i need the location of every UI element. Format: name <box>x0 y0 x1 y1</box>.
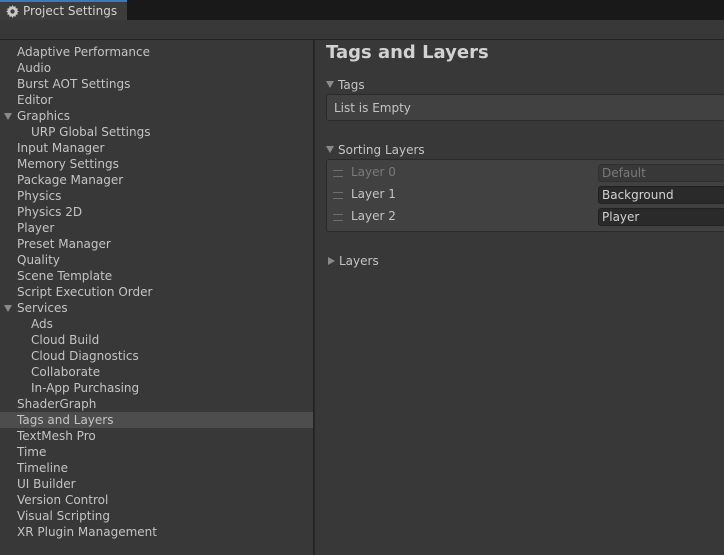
sidebar-item-services[interactable]: Services <box>0 300 313 316</box>
sidebar-item-label: Graphics <box>17 109 70 123</box>
drag-handle-icon[interactable] <box>333 214 343 221</box>
sidebar-item-in-app-purchasing[interactable]: In-App Purchasing <box>0 380 313 396</box>
layer-name-field[interactable]: Player <box>598 208 724 226</box>
sidebar-item-visual-scripting[interactable]: Visual Scripting <box>0 508 313 524</box>
sidebar-item-label: Tags and Layers <box>17 413 114 427</box>
sidebar-item-label: Time <box>17 445 47 459</box>
expanded-arrow-icon <box>326 146 334 153</box>
sidebar-item-xr-plugin-management[interactable]: XR Plugin Management <box>0 524 313 540</box>
sidebar-item-time[interactable]: Time <box>0 444 313 460</box>
sidebar-item-collaborate[interactable]: Collaborate <box>0 364 313 380</box>
layer-name: Layer 2 <box>351 209 396 223</box>
sidebar-item-label: Preset Manager <box>17 237 111 251</box>
settings-nav-list: Adaptive Performance Audio Burst AOT Setti… <box>0 44 313 540</box>
sorting-layer-row: Layer 0 Default <box>327 162 724 184</box>
sidebar-item-label: Player <box>17 221 55 235</box>
sidebar-item-ui-builder[interactable]: UI Builder <box>0 476 313 492</box>
sidebar-item-label: In-App Purchasing <box>31 381 140 395</box>
sidebar-item-physics[interactable]: Physics <box>0 188 313 204</box>
page-title: Tags and Layers <box>326 42 489 63</box>
expanded-arrow-icon[interactable] <box>4 113 12 120</box>
sorting-layers-label: Sorting Layers <box>338 143 425 157</box>
sidebar-item-label: ShaderGraph <box>17 397 97 411</box>
sorting-layer-row: Layer 2 Player <box>327 206 724 228</box>
sidebar-item-preset-manager[interactable]: Preset Manager <box>0 236 313 252</box>
sidebar-item-audio[interactable]: Audio <box>0 60 313 76</box>
sidebar-item-scene-template[interactable]: Scene Template <box>0 268 313 284</box>
sidebar-item-graphics[interactable]: Graphics <box>0 108 313 124</box>
sidebar-item-label: Timeline <box>17 461 69 475</box>
sidebar-item-version-control[interactable]: Version Control <box>0 492 313 508</box>
sidebar-item-label: Quality <box>17 253 60 267</box>
layers-foldout[interactable]: Layers <box>326 253 379 269</box>
title-bar: Project Settings <box>0 0 724 20</box>
toolbar <box>0 20 724 40</box>
tab-title: Project Settings <box>23 4 118 18</box>
project-settings-tab[interactable]: Project Settings <box>0 0 127 20</box>
layer-name: Layer 1 <box>351 187 396 201</box>
sidebar-item-label: Services <box>17 301 68 315</box>
settings-sidebar: Adaptive Performance Audio Burst AOT Setti… <box>0 40 314 555</box>
sidebar-item-label: URP Global Settings <box>31 125 151 139</box>
sidebar-item-label: Audio <box>17 61 52 75</box>
sidebar-item-quality[interactable]: Quality <box>0 252 313 268</box>
sorting-layers-list: Layer 0 Default Layer 1 Background Layer 2 Pl… <box>326 159 724 232</box>
sidebar-item-label: UI Builder <box>17 477 76 491</box>
sidebar-item-timeline[interactable]: Timeline <box>0 460 313 476</box>
settings-content: Tags and Layers Tags List is Empty Sorti… <box>315 40 724 555</box>
sidebar-item-script-execution-order[interactable]: Script Execution Order <box>0 284 313 300</box>
empty-list-text: List is Empty <box>334 101 411 115</box>
sidebar-item-package-manager[interactable]: Package Manager <box>0 172 313 188</box>
tags-list: List is Empty <box>326 94 724 121</box>
sidebar-item-player[interactable]: Player <box>0 220 313 236</box>
sidebar-item-label: Version Control <box>17 493 109 507</box>
sidebar-item-urp-global-settings[interactable]: URP Global Settings <box>0 124 313 140</box>
sidebar-item-label: Package Manager <box>17 173 124 187</box>
sidebar-item-label: Physics <box>17 189 62 203</box>
sidebar-item-label: XR Plugin Management <box>17 525 157 539</box>
layers-label: Layers <box>339 254 379 268</box>
tags-label: Tags <box>338 78 365 92</box>
sidebar-item-label: Scene Template <box>17 269 113 283</box>
sidebar-item-label: Collaborate <box>31 365 101 379</box>
sidebar-item-label: Input Manager <box>17 141 105 155</box>
sorting-layer-row: Layer 1 Background <box>327 184 724 206</box>
layer-name-field: Default <box>598 164 724 182</box>
tags-foldout[interactable]: Tags <box>326 77 365 93</box>
drag-handle-icon[interactable] <box>333 192 343 199</box>
sidebar-item-ads[interactable]: Ads <box>0 316 313 332</box>
layer-name: Layer 0 <box>351 165 396 179</box>
expanded-arrow-icon[interactable] <box>4 305 12 312</box>
layer-name-field[interactable]: Background <box>598 186 724 204</box>
drag-handle-icon <box>333 170 343 177</box>
sidebar-item-textmesh-pro[interactable]: TextMesh Pro <box>0 428 313 444</box>
sidebar-item-label: Ads <box>31 317 53 331</box>
sidebar-item-label: Physics 2D <box>17 205 83 219</box>
sidebar-item-cloud-build[interactable]: Cloud Build <box>0 332 313 348</box>
collapsed-arrow-icon <box>328 257 335 265</box>
sidebar-item-memory-settings[interactable]: Memory Settings <box>0 156 313 172</box>
sidebar-item-label: Editor <box>17 93 53 107</box>
sidebar-item-label: TextMesh Pro <box>17 429 96 443</box>
sidebar-item-label: Script Execution Order <box>17 285 153 299</box>
expanded-arrow-icon <box>326 81 334 88</box>
sidebar-item-label: Memory Settings <box>17 157 119 171</box>
sidebar-item-burst-aot-settings[interactable]: Burst AOT Settings <box>0 76 313 92</box>
sidebar-item-input-manager[interactable]: Input Manager <box>0 140 313 156</box>
gear-icon <box>6 4 19 18</box>
sidebar-item-physics-2d[interactable]: Physics 2D <box>0 204 313 220</box>
sidebar-item-adaptive-performance[interactable]: Adaptive Performance <box>0 44 313 60</box>
sidebar-item-label: Cloud Build <box>31 333 100 347</box>
sidebar-item-label: Burst AOT Settings <box>17 77 131 91</box>
sidebar-item-label: Visual Scripting <box>17 509 110 523</box>
sidebar-item-editor[interactable]: Editor <box>0 92 313 108</box>
sorting-layers-foldout[interactable]: Sorting Layers <box>326 142 425 158</box>
sidebar-item-label: Adaptive Performance <box>17 45 150 59</box>
sidebar-item-cloud-diagnostics[interactable]: Cloud Diagnostics <box>0 348 313 364</box>
sidebar-item-shadergraph[interactable]: ShaderGraph <box>0 396 313 412</box>
sidebar-item-label: Cloud Diagnostics <box>31 349 139 363</box>
sidebar-item-tags-and-layers[interactable]: Tags and Layers <box>0 412 313 428</box>
